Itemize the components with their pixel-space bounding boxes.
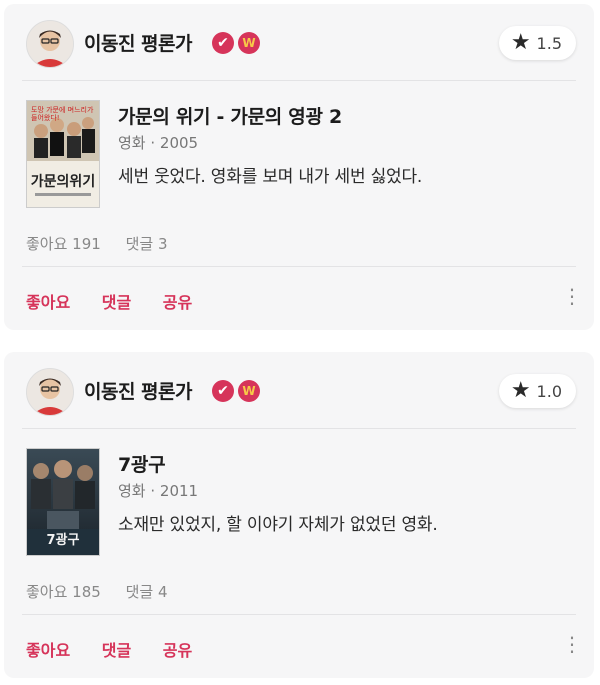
comment-button[interactable]: 댓글 xyxy=(102,293,131,312)
movie-title[interactable]: 7광구 xyxy=(118,450,166,477)
review-stats: 좋아요 191 댓글 3 xyxy=(26,233,188,254)
poster-title: 7광구 xyxy=(46,533,80,548)
poster-tagline: 도망 가문에 며느리가 들어왔다! xyxy=(31,106,94,122)
watcha-badge-icon: W xyxy=(238,32,260,54)
divider xyxy=(22,80,576,81)
likes-count: 좋아요 191 xyxy=(26,235,101,253)
review-card: 이동진 평론가 ✔ W ★ 1.0 7광구 7광구 영화 · 2011 소재만 … xyxy=(4,352,594,678)
review-header: 이동진 평론가 ✔ W ★ 1.5 xyxy=(26,20,576,68)
movie-meta: 영화 · 2011 xyxy=(118,482,199,500)
review-text[interactable]: 세번 웃었다. 영화를 보며 내가 세번 싫었다. xyxy=(118,162,422,187)
rating-value: 1.5 xyxy=(536,33,562,53)
verified-badge-icon: ✔ xyxy=(212,380,234,402)
review-header: 이동진 평론가 ✔ W ★ 1.0 xyxy=(26,368,576,416)
likes-count: 좋아요 185 xyxy=(26,583,101,601)
star-icon: ★ xyxy=(510,30,531,55)
avatar[interactable] xyxy=(26,20,74,68)
author-name[interactable]: 이동진 평론가 xyxy=(84,377,193,404)
rating-pill: ★ 1.5 xyxy=(498,26,576,60)
more-vertical-icon[interactable]: ⋮ xyxy=(562,634,582,654)
poster-title: 가문의위기 xyxy=(30,174,96,190)
like-button[interactable]: 좋아요 xyxy=(26,641,70,660)
review-actions: 좋아요 댓글 공유 xyxy=(26,289,218,313)
movie-poster[interactable]: 7광구 xyxy=(26,448,100,556)
verified-badge-icon: ✔ xyxy=(212,32,234,54)
movie-poster[interactable]: 도망 가문에 며느리가 들어왔다! 가문의위기 xyxy=(26,100,100,208)
comments-count: 댓글 3 xyxy=(125,235,168,253)
movie-meta: 영화 · 2005 xyxy=(118,134,199,152)
comment-button[interactable]: 댓글 xyxy=(102,641,131,660)
like-button[interactable]: 좋아요 xyxy=(26,293,70,312)
watcha-badge-icon: W xyxy=(238,380,260,402)
share-button[interactable]: 공유 xyxy=(163,641,192,660)
author-name[interactable]: 이동진 평론가 xyxy=(84,29,193,56)
avatar[interactable] xyxy=(26,368,74,416)
rating-pill: ★ 1.0 xyxy=(498,374,576,408)
share-button[interactable]: 공유 xyxy=(163,293,192,312)
rating-value: 1.0 xyxy=(536,381,562,401)
divider xyxy=(22,428,576,429)
star-icon: ★ xyxy=(510,378,531,403)
divider xyxy=(22,614,576,615)
more-vertical-icon[interactable]: ⋮ xyxy=(562,286,582,306)
review-card: 이동진 평론가 ✔ W ★ 1.5 도망 가문에 며느리가 들어왔다! 가문의위… xyxy=(4,4,594,330)
movie-title[interactable]: 가문의 위기 - 가문의 영광 2 xyxy=(118,102,342,129)
review-stats: 좋아요 185 댓글 4 xyxy=(26,581,188,602)
review-text[interactable]: 소재만 있었지, 할 이야기 자체가 없었던 영화. xyxy=(118,510,438,535)
comments-count: 댓글 4 xyxy=(125,583,168,601)
divider xyxy=(22,266,576,267)
review-actions: 좋아요 댓글 공유 xyxy=(26,637,218,661)
